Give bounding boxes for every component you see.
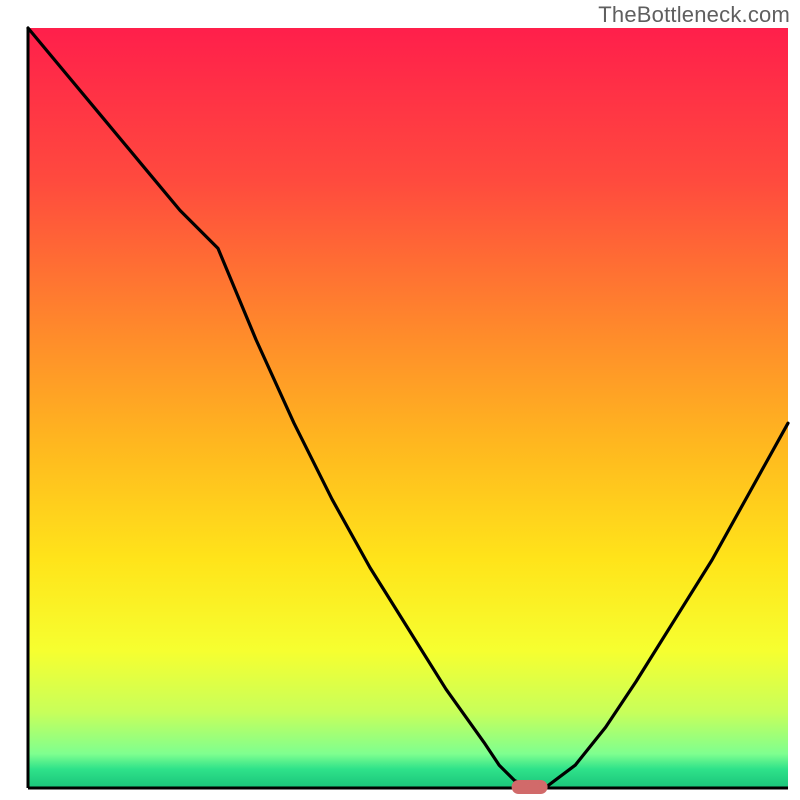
watermark-text: TheBottleneck.com bbox=[598, 2, 790, 28]
plot-background bbox=[28, 28, 788, 788]
bottleneck-chart: TheBottleneck.com bbox=[0, 0, 800, 800]
plot-svg bbox=[0, 0, 800, 800]
optimal-marker bbox=[512, 780, 548, 794]
